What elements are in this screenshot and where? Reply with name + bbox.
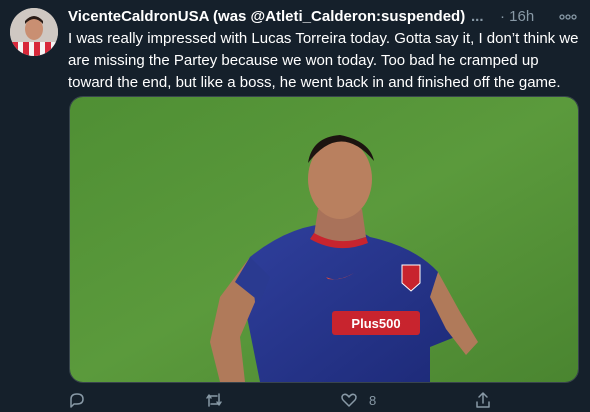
tweet-header: VicenteCaldronUSA (was @Atleti_Calderon:… — [68, 6, 580, 28]
tweet[interactable]: VicenteCaldronUSA (was @Atleti_Calderon:… — [0, 0, 590, 412]
photo-image: Plus500 — [70, 97, 578, 382]
heart-icon — [340, 391, 358, 409]
retweet-icon — [204, 391, 224, 409]
share-button[interactable] — [474, 388, 492, 412]
jersey-sponsor-text: Plus500 — [351, 316, 400, 331]
avatar-image — [10, 8, 58, 56]
like-button[interactable]: 8 — [340, 388, 376, 412]
retweet-button[interactable] — [204, 388, 224, 412]
reply-icon — [68, 391, 86, 409]
tweet-text: I was really impressed with Lucas Torrei… — [68, 30, 579, 91]
name-truncation: ... — [471, 8, 484, 25]
like-count: 8 — [369, 392, 377, 408]
more-options-icon[interactable] — [556, 6, 580, 28]
timestamp[interactable]: · 16h — [500, 6, 534, 28]
tweet-photo[interactable]: Plus500 — [69, 96, 579, 383]
avatar[interactable] — [10, 8, 58, 56]
display-name[interactable]: VicenteCaldronUSA (was @Atleti_Calderon:… — [68, 6, 465, 28]
tweet-actions: 8 — [68, 388, 584, 412]
share-icon — [474, 391, 492, 409]
reply-button[interactable] — [68, 388, 86, 412]
